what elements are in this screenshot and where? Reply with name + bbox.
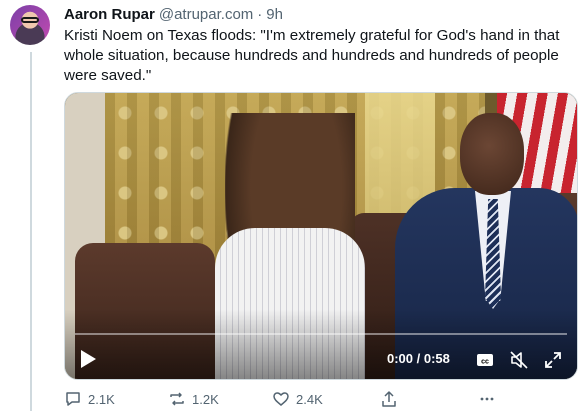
author-name[interactable]: Aaron Rupar xyxy=(64,6,155,23)
repost-icon xyxy=(170,392,184,406)
share-button[interactable] xyxy=(380,390,404,408)
reply-icon xyxy=(66,392,80,406)
fullscreen-icon[interactable] xyxy=(543,350,563,370)
repost-count: 1.2K xyxy=(192,391,219,407)
share-icon xyxy=(382,391,396,407)
like-count: 2.4K xyxy=(296,391,323,407)
separator-dot: · xyxy=(257,5,263,23)
video-progress-bar[interactable] xyxy=(75,333,567,335)
captions-icon[interactable]: cc xyxy=(475,350,495,370)
mute-icon[interactable] xyxy=(509,350,529,370)
thread-line xyxy=(30,52,32,411)
play-icon[interactable] xyxy=(79,349,97,369)
heart-icon xyxy=(273,392,289,406)
repost-button[interactable]: 1.2K xyxy=(168,390,219,408)
avatar[interactable] xyxy=(10,5,50,45)
reply-button[interactable]: 2.1K xyxy=(64,390,115,408)
tweet-text: Kristi Noem on Texas floods: "I'm extrem… xyxy=(64,27,560,84)
more-button[interactable] xyxy=(478,390,502,408)
tweet-actions: 2.1K 1.2K 2.4K xyxy=(64,390,564,410)
tweet-header: Aaron Rupar @atrupar.com · 9h xyxy=(64,4,283,24)
video-player[interactable]: 0:00 / 0:58 cc xyxy=(64,92,578,380)
more-icon xyxy=(480,397,494,401)
reply-count: 2.1K xyxy=(88,391,115,407)
like-button[interactable]: 2.4K xyxy=(272,390,323,408)
timestamp[interactable]: 9h xyxy=(266,6,283,23)
author-handle[interactable]: @atrupar.com xyxy=(159,6,253,23)
svg-text:cc: cc xyxy=(481,359,489,366)
video-timecode: 0:00 / 0:58 xyxy=(387,351,450,366)
